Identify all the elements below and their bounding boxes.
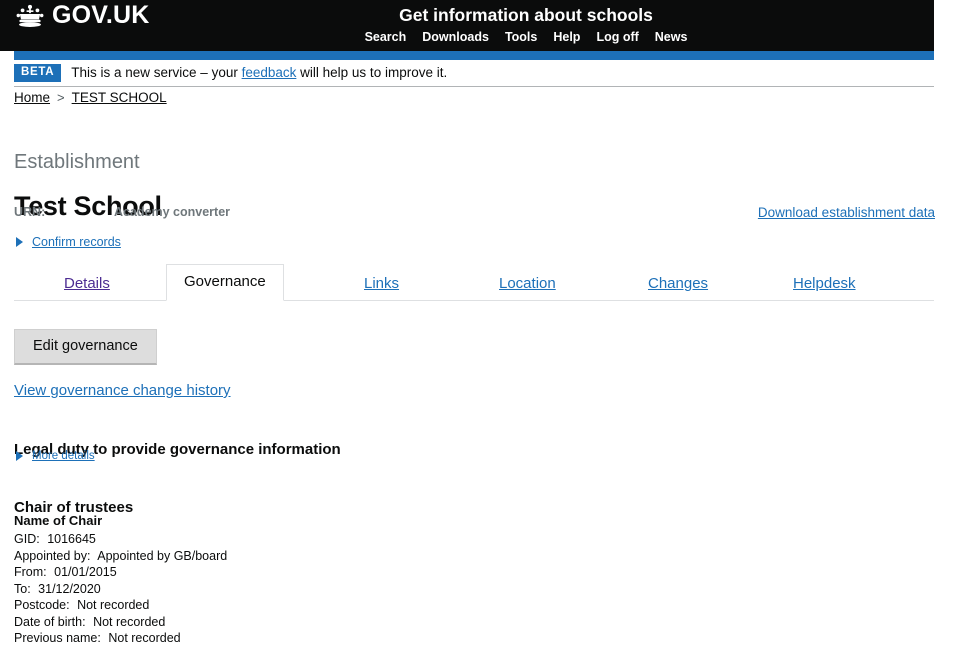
- record-label: GID:: [14, 532, 40, 546]
- nav-item-tools[interactable]: Tools: [505, 30, 537, 45]
- record-row: GID: 1016645: [14, 531, 534, 548]
- nav-item-log-off[interactable]: Log off: [596, 30, 638, 45]
- nav-item-help[interactable]: Help: [553, 30, 580, 45]
- breadcrumb-item-school[interactable]: TEST SCHOOL: [72, 90, 167, 105]
- record-row: Previous name: Not recorded: [14, 630, 534, 647]
- record-value: 01/01/2015: [54, 565, 117, 579]
- urn-label: URN:: [14, 205, 114, 220]
- establishment-label: Establishment: [14, 150, 140, 174]
- tab-helpdesk[interactable]: Helpdesk: [793, 275, 856, 293]
- govuk-logo-text: GOV.UK: [52, 3, 150, 28]
- edit-governance-button[interactable]: Edit governance: [14, 329, 157, 365]
- blue-accent-bar: [14, 51, 934, 60]
- record-row: From: 01/01/2015: [14, 564, 534, 581]
- beta-badge: BETA: [14, 64, 61, 82]
- record-row: Postcode: Not recorded: [14, 597, 534, 614]
- nav-item-search[interactable]: Search: [365, 30, 407, 45]
- phase-text-before: This is a new service – your: [71, 65, 238, 80]
- establishment-type: Academy converter: [114, 205, 230, 220]
- phase-banner: BETA This is a new service – your feedba…: [14, 60, 934, 87]
- triangle-right-icon: [16, 451, 23, 461]
- tab-details[interactable]: Details: [64, 275, 110, 293]
- chair-record: Name of Chair GID: 1016645 Appointed by:…: [14, 513, 534, 647]
- triangle-right-icon: [16, 237, 23, 247]
- urn-row: URN: Academy converter: [14, 205, 230, 220]
- record-label: From:: [14, 565, 47, 579]
- record-row: To: 31/12/2020: [14, 581, 534, 598]
- confirm-records-label: Confirm records: [32, 235, 121, 249]
- record-value: 1016645: [47, 532, 96, 546]
- more-details-disclosure[interactable]: More details: [16, 450, 95, 462]
- record-label: To:: [14, 582, 31, 596]
- tab-governance[interactable]: Governance: [166, 264, 284, 301]
- record-label: Appointed by:: [14, 549, 90, 563]
- chair-name: Name of Chair: [14, 513, 534, 529]
- more-details-label: More details: [32, 450, 95, 462]
- crown-icon: [14, 3, 46, 28]
- govuk-header: GOV.UK Get information about schools Sea…: [0, 0, 934, 51]
- download-establishment-data-link[interactable]: Download establishment data: [758, 205, 935, 221]
- record-value: Not recorded: [93, 615, 165, 629]
- feedback-link[interactable]: feedback: [242, 65, 297, 80]
- view-governance-change-history-link[interactable]: View governance change history: [14, 382, 231, 400]
- tab-links[interactable]: Links: [364, 275, 399, 293]
- record-value: Not recorded: [77, 598, 149, 612]
- tab-bar: Details Governance Links Location Change…: [14, 265, 934, 301]
- service-navigation: Search Downloads Tools Help Log off News: [326, 30, 726, 45]
- record-value: Not recorded: [108, 631, 180, 645]
- record-row: Appointed by: Appointed by GB/board: [14, 548, 534, 565]
- record-label: Postcode:: [14, 598, 70, 612]
- phase-text-after: will help us to improve it.: [300, 65, 447, 80]
- confirm-records-disclosure[interactable]: Confirm records: [16, 235, 121, 249]
- breadcrumb-separator: >: [57, 90, 65, 105]
- govuk-logo[interactable]: GOV.UK: [14, 3, 150, 28]
- service-header: Get information about schools Search Dow…: [326, 4, 726, 45]
- tab-location[interactable]: Location: [499, 275, 556, 293]
- record-value: 31/12/2020: [38, 582, 101, 596]
- breadcrumb: Home > TEST SCHOOL: [14, 90, 167, 105]
- breadcrumb-item-home[interactable]: Home: [14, 90, 50, 105]
- phase-banner-text: This is a new service – your feedback wi…: [71, 65, 447, 81]
- nav-item-downloads[interactable]: Downloads: [422, 30, 489, 45]
- tab-changes[interactable]: Changes: [648, 275, 708, 293]
- record-label: Previous name:: [14, 631, 101, 645]
- record-row: Date of birth: Not recorded: [14, 614, 534, 631]
- record-label: Date of birth:: [14, 615, 86, 629]
- service-name: Get information about schools: [326, 4, 726, 27]
- record-value: Appointed by GB/board: [97, 549, 227, 563]
- nav-item-news[interactable]: News: [655, 30, 688, 45]
